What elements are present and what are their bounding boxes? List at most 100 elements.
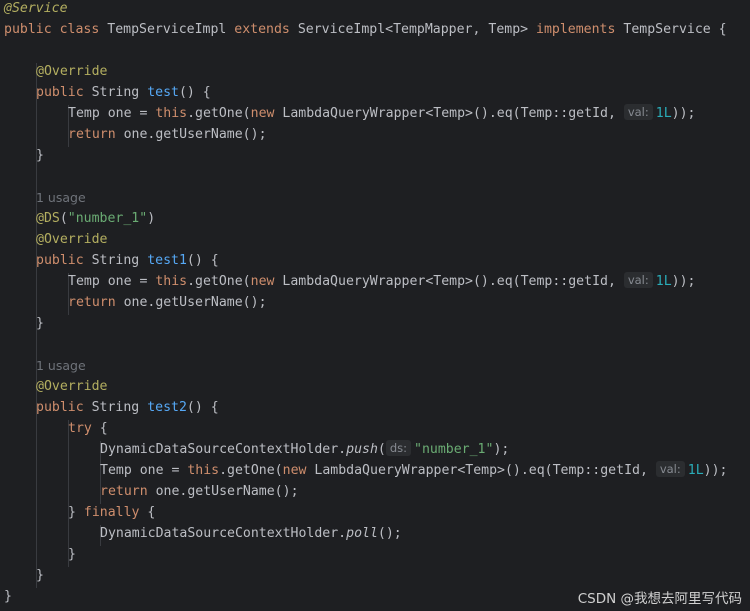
keyword-implements: implements [536, 22, 616, 37]
temp-declaration: Temp one = [100, 463, 188, 478]
number-literal: 1L [655, 274, 672, 289]
override-annotation: @Override [36, 232, 108, 247]
paren-brace: () { [186, 253, 219, 268]
keyword-return: return [68, 295, 116, 310]
parameter-hint: val: [623, 104, 653, 120]
super-class: ServiceImpl<TempMapper, Temp> [297, 22, 529, 37]
override-annotation: @Override [36, 64, 108, 79]
getone-call: .getOne( [187, 274, 251, 289]
code-line-close-brace: } [68, 544, 76, 565]
code-line-poll: DynamicDataSourceContextHolder.poll(); [100, 523, 402, 544]
close-parens: )); [703, 463, 728, 478]
keyword-finally: finally [83, 505, 140, 520]
usage-hint[interactable]: 1 usage [36, 358, 86, 373]
code-line-method-test1: public String test1() { [36, 250, 219, 271]
keyword-new: new [282, 463, 307, 478]
code-line-getone: Temp one = this.getOne(new LambdaQueryWr… [68, 271, 695, 292]
number-literal: 1L [655, 106, 672, 121]
code-line-return: return one.getUserName(); [68, 124, 267, 145]
code-line-finally: } finally { [68, 502, 155, 523]
ds-annotation: @DS [36, 211, 60, 226]
code-line-try: try { [68, 418, 108, 439]
return-type: String [91, 85, 140, 100]
code-line-class-close-brace: } [4, 586, 12, 607]
return-expression: one.getUserName(); [123, 295, 267, 310]
wrapper-call: LambdaQueryWrapper<Temp>().eq(Temp::getI… [314, 463, 656, 478]
close-brace: } [36, 316, 44, 331]
code-line-push: DynamicDataSourceContextHolder.push(ds: "… [100, 440, 510, 457]
keyword-public: public [36, 85, 84, 100]
temp-declaration: Temp one = [68, 106, 156, 121]
code-line-method-test2: public String test2() { [36, 397, 219, 418]
close-brace: } [68, 547, 76, 562]
close-brace: } [36, 568, 44, 583]
holder-class: DynamicDataSourceContextHolder. [100, 442, 347, 457]
code-line-usage[interactable]: 1 usage [36, 187, 86, 208]
code-line-close-brace: } [36, 145, 44, 166]
open-brace: { [139, 505, 156, 520]
keyword-public: public [4, 22, 52, 37]
csdn-watermark: CSDN @我想去阿里写代码 [577, 591, 742, 607]
keyword-new: new [250, 106, 275, 121]
code-line-override: @Override [36, 61, 107, 82]
close-parens: )); [671, 274, 696, 289]
call-suffix: (); [377, 526, 402, 541]
return-expression: one.getUserName(); [123, 127, 267, 142]
code-editor[interactable]: @Service public class TempServiceImpl ex… [0, 0, 750, 611]
interface-name: TempService { [623, 22, 727, 37]
return-type: String [91, 400, 140, 415]
override-annotation: @Override [36, 379, 108, 394]
keyword-public: public [36, 253, 84, 268]
wrapper-call: LambdaQueryWrapper<Temp>().eq(Temp::getI… [282, 106, 624, 121]
poll-method: poll [346, 526, 378, 541]
return-expression: one.getUserName(); [155, 484, 299, 499]
keyword-this: this [155, 274, 188, 289]
close-brace: } [36, 148, 44, 163]
parameter-hint: ds: [385, 440, 412, 456]
usage-hint[interactable]: 1 usage [36, 190, 86, 205]
keyword-class: class [59, 22, 100, 37]
number-literal: 1L [687, 463, 704, 478]
code-line-close-brace: } [36, 565, 44, 586]
return-type: String [91, 253, 140, 268]
keyword-return: return [100, 484, 148, 499]
wrapper-call: LambdaQueryWrapper<Temp>().eq(Temp::getI… [282, 274, 624, 289]
code-line-getone: Temp one = this.getOne(new LambdaQueryWr… [100, 460, 727, 481]
keyword-this: this [155, 106, 188, 121]
keyword-this: this [187, 463, 220, 478]
push-method: push [346, 442, 378, 457]
code-line-override: @Override [36, 376, 107, 397]
getone-call: .getOne( [219, 463, 283, 478]
close-brace: } [4, 589, 12, 604]
class-name: TempServiceImpl [107, 22, 227, 37]
close-parens: )); [671, 106, 696, 121]
keyword-try: try [68, 421, 92, 436]
keyword-return: return [68, 127, 116, 142]
getone-call: .getOne( [187, 106, 251, 121]
code-line-ds-annotation: @DS("number_1") [36, 211, 156, 226]
parameter-hint: val: [655, 461, 685, 477]
code-line-class-declaration: public class TempServiceImpl extends Ser… [4, 19, 727, 40]
keyword-new: new [250, 274, 275, 289]
code-line-getone: Temp one = this.getOne(new LambdaQueryWr… [68, 103, 695, 124]
code-line-override: @Override [36, 229, 107, 250]
keyword-public: public [36, 400, 84, 415]
open-brace: { [91, 421, 108, 436]
parameter-hint: val: [623, 272, 653, 288]
method-name-test: test [147, 85, 179, 100]
method-name-test1: test1 [147, 253, 187, 268]
paren-brace: () { [186, 400, 219, 415]
paren-brace: () { [178, 85, 211, 100]
temp-declaration: Temp one = [68, 274, 156, 289]
code-line-return: return one.getUserName(); [68, 292, 267, 313]
code-line-close-brace: } [36, 313, 44, 334]
holder-class: DynamicDataSourceContextHolder. [100, 526, 347, 541]
string-literal: "number_1" [414, 442, 494, 457]
code-line-method-test: public String test() { [36, 82, 211, 103]
keyword-extends: extends [234, 22, 290, 37]
string-literal: "number_1" [67, 211, 148, 226]
code-line-usage[interactable]: 1 usage [36, 355, 86, 376]
code-line-service-annotation: @Service [4, 0, 68, 19]
close-brace: } [68, 505, 84, 520]
method-name-test2: test2 [147, 400, 187, 415]
